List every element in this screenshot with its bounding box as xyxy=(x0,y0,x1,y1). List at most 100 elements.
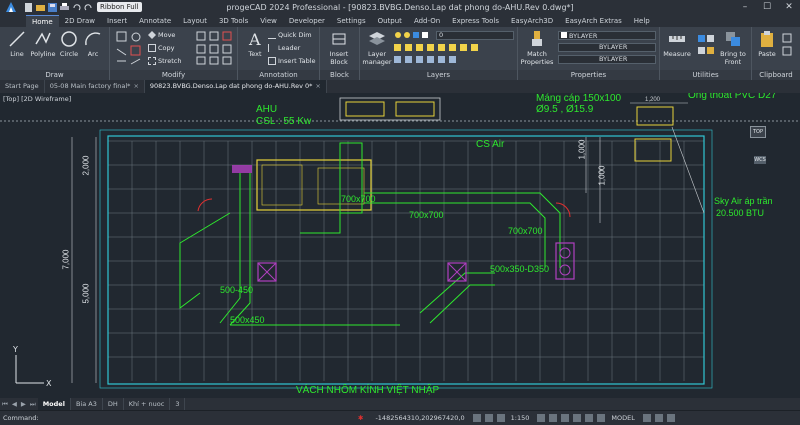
bring-to-front-label: Bring to Front xyxy=(720,50,746,66)
last-layout-icon[interactable]: ⏭ xyxy=(28,400,38,409)
tab-easyarch3d[interactable]: EasyArch3D xyxy=(505,15,559,27)
snap-icon[interactable] xyxy=(472,414,481,422)
match-properties-button[interactable]: Match Properties xyxy=(520,30,554,66)
drawing-canvas[interactable]: Y X [Top] [2D Wireframe] AHU CSL : 55 Kw… xyxy=(0,93,800,398)
circle-label: Circle xyxy=(59,50,79,58)
paste-button[interactable]: Paste xyxy=(752,30,782,58)
mang-cap-label: Máng cáp 150x100 xyxy=(536,93,622,104)
draw-panel: Line Polyline Circle Arc Draw xyxy=(0,27,110,80)
insert-block-button[interactable]: Insert Block xyxy=(324,30,354,66)
tab-developer[interactable]: Developer xyxy=(283,15,331,27)
stretch-icon xyxy=(148,57,156,65)
modify-extra-icons xyxy=(196,31,232,65)
svg-text:A: A xyxy=(248,30,261,48)
view-label[interactable]: [Top] [2D Wireframe] xyxy=(3,95,71,103)
next-layout-icon[interactable]: ▶ xyxy=(19,400,28,408)
layout-tab[interactable]: DH xyxy=(103,398,124,410)
tab-layout[interactable]: Layout xyxy=(177,15,213,27)
lineweight-dropdown[interactable]: BYLAYER xyxy=(558,55,656,64)
layer-manager-button[interactable]: Layer manager xyxy=(362,30,392,66)
tab-express-tools[interactable]: Express Tools xyxy=(446,15,505,27)
document-tab-label: 90823.BVBG.Denso.Lap dat phong do-AHU.Re… xyxy=(149,82,313,90)
prev-layout-icon[interactable]: ◀ xyxy=(10,400,19,408)
leader-button[interactable]: Leader xyxy=(268,44,300,52)
layout-tab[interactable]: Khí + nuoc xyxy=(124,398,171,410)
drafting-toggles xyxy=(472,414,505,422)
navigation-cube[interactable]: TOP xyxy=(750,126,766,138)
wcs-indicator[interactable]: WCS xyxy=(754,156,766,164)
close-tab-icon[interactable]: × xyxy=(133,82,138,90)
tab-annotate[interactable]: Annotate xyxy=(133,15,177,27)
tab-3d-tools[interactable]: 3D Tools xyxy=(213,15,254,27)
fullscreen-icon[interactable] xyxy=(666,414,675,422)
layout-tab[interactable]: 3 xyxy=(170,398,186,410)
quick-dim-icon xyxy=(268,31,276,39)
cut-copy-icons xyxy=(782,33,792,56)
btu-label: 20.500 BTU xyxy=(716,208,765,218)
clipboard-panel: Paste Clipboard xyxy=(752,27,800,80)
bring-to-front-button[interactable]: Bring to Front xyxy=(718,30,748,66)
stretch-label: Stretch xyxy=(158,57,182,65)
polar-icon[interactable] xyxy=(537,414,546,422)
tab-help[interactable]: Help xyxy=(628,15,656,27)
document-tab[interactable]: 90823.BVBG.Denso.Lap dat phong do-AHU.Re… xyxy=(144,80,327,93)
measure-button[interactable]: Measure xyxy=(662,30,692,58)
tab-home[interactable]: Home xyxy=(26,15,59,27)
layout-tab[interactable]: Model xyxy=(37,398,71,410)
ortho-icon[interactable] xyxy=(496,414,505,422)
open-folder-icon[interactable] xyxy=(36,3,45,12)
redo-icon[interactable] xyxy=(84,3,93,12)
first-layout-icon[interactable]: ⏮ xyxy=(0,400,10,409)
tab-2d-draw[interactable]: 2D Draw xyxy=(59,15,101,27)
arc-button[interactable]: Arc xyxy=(78,30,108,58)
document-tab[interactable]: 05-08 Main factory final* × xyxy=(45,80,145,93)
workspace-icon[interactable] xyxy=(654,414,663,422)
annotation-panel: A Text Quick Dim Leader Insert Table Ann… xyxy=(238,27,320,80)
otrack-icon[interactable] xyxy=(561,414,570,422)
undo-icon[interactable] xyxy=(72,3,81,12)
current-layer-dropdown[interactable]: 0 xyxy=(436,31,514,40)
new-file-icon[interactable] xyxy=(24,2,33,12)
app-logo-icon[interactable] xyxy=(0,0,22,14)
grid-icon[interactable] xyxy=(484,414,493,422)
modify-tools-icons xyxy=(116,31,141,65)
linetype-dropdown[interactable]: BYLAYER xyxy=(558,43,656,52)
tab-easyarch-extras[interactable]: EasyArch Extras xyxy=(559,15,628,27)
cs-air-label: CS Air xyxy=(476,139,505,150)
qprops-icon[interactable] xyxy=(597,414,606,422)
model-space-toggle[interactable]: MODEL xyxy=(611,414,634,422)
polyline-icon xyxy=(35,32,51,45)
tips-icon[interactable] xyxy=(585,414,594,422)
minimize-icon[interactable]: – xyxy=(734,0,756,14)
quick-dim-button[interactable]: Quick Dim xyxy=(268,31,312,39)
color-dropdown[interactable]: BYLAYER xyxy=(558,31,656,40)
command-line[interactable]: Command: xyxy=(0,414,358,422)
duct-700-ahu: 700x700 xyxy=(341,194,376,204)
osnap-icon[interactable] xyxy=(549,414,558,422)
tab-add-on[interactable]: Add-On xyxy=(408,15,446,27)
tab-view[interactable]: View xyxy=(254,15,283,27)
insert-table-button[interactable]: Insert Table xyxy=(268,57,316,65)
tab-output[interactable]: Output xyxy=(372,15,408,27)
tab-insert[interactable]: Insert xyxy=(101,15,133,27)
tab-settings[interactable]: Settings xyxy=(331,15,372,27)
annotation-scale-icon[interactable] xyxy=(642,414,651,422)
layout-tab[interactable]: Bia A3 xyxy=(71,398,103,410)
lweight-icon[interactable] xyxy=(573,414,582,422)
close-tab-icon[interactable]: × xyxy=(315,82,320,90)
table-icon xyxy=(268,57,276,65)
text-button[interactable]: A Text xyxy=(240,30,270,58)
document-tab[interactable]: Start Page xyxy=(0,80,45,93)
save-icon[interactable] xyxy=(48,2,57,12)
stretch-button[interactable]: Stretch xyxy=(148,57,181,65)
copy-button[interactable]: Copy xyxy=(148,44,175,52)
block-panel-title: Block xyxy=(320,70,359,80)
scale[interactable]: 1:150 xyxy=(511,414,530,422)
maximize-icon[interactable]: ☐ xyxy=(756,0,778,14)
insert-table-label: Insert Table xyxy=(278,57,316,65)
close-icon[interactable]: ✕ xyxy=(778,0,800,14)
move-button[interactable]: Move xyxy=(148,31,175,39)
measure-icon xyxy=(669,36,685,42)
print-icon[interactable] xyxy=(60,2,69,12)
ribbon-mode-dropdown[interactable]: Ribbon Full xyxy=(97,2,142,12)
